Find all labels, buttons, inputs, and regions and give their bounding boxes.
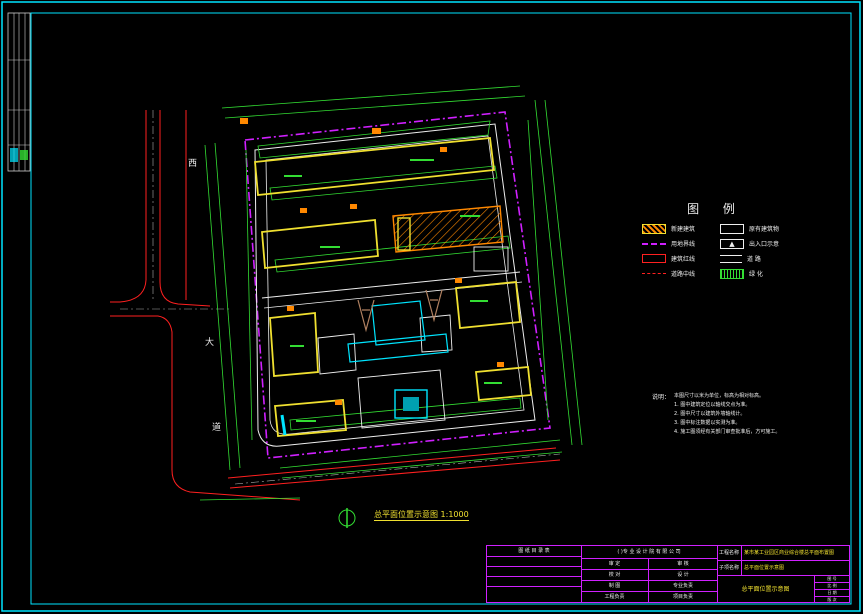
notes-heading: 说明： <box>652 394 671 401</box>
meta-field: 日 期 <box>815 590 849 597</box>
central-plaza <box>280 300 449 436</box>
legend-item: 道 路 <box>720 251 790 266</box>
meta-field: 版 次 <box>827 597 837 602</box>
legend-item: 建筑红线 <box>642 251 712 266</box>
legend-item: 用地界线 <box>642 236 712 251</box>
legend-right-column: 原有建筑物 ▲ 出入口示意 道 路 绿 化 <box>720 221 790 281</box>
project-label: 工程名称 <box>717 546 742 560</box>
site-plan-drawing <box>1 1 861 612</box>
legend-item: 道路中线 <box>642 266 712 281</box>
red-dash-swatch-icon <box>642 273 666 274</box>
south-road-centerline <box>234 453 561 485</box>
hatched-swatch-icon <box>642 223 666 234</box>
notes: 说明： 本图尺寸以米为单位，标高为相对标高。 1. 图中建筑定位以轴线交点为准。… <box>652 392 802 437</box>
binding-strip <box>7 12 31 172</box>
legend: 图 例 新建建筑 用地界线 建筑红线 道路中线 原有建筑物 ▲ 出入口示意 道 … <box>642 200 790 281</box>
legend-item: ▲ 出入口示意 <box>720 236 790 251</box>
north-arrow-icon <box>338 508 356 528</box>
green-swatch-icon <box>720 268 744 279</box>
institute-name: ( )专 业 设 计 院 有 限 公 司 <box>581 546 717 559</box>
left-header: 图 纸 目 录 表 <box>487 546 581 557</box>
building-west <box>269 311 319 377</box>
plan-title: 总平面位置示意图 1:1000 <box>374 510 469 521</box>
plaza-sculptures <box>357 289 443 333</box>
road-swatch-icon <box>720 254 742 263</box>
entrance-triangle-icon: ▲ <box>720 238 744 249</box>
title-block-mid: ( )专 业 设 计 院 有 限 公 司 审 定 审 核 校 对 设 计 制 图… <box>581 546 718 602</box>
buildings <box>254 137 532 437</box>
legend-title: 图 例 <box>687 202 745 216</box>
title-block-right: 工程名称 某市某工业园区商业综合楼总平面布置图 子项名称 总平面位置示意图 总平… <box>717 546 849 603</box>
road-label-west-mid: 大 <box>205 338 215 348</box>
title-block: 图 纸 目 录 表 ( )专 业 设 计 院 有 限 公 司 审 定 审 核 校… <box>486 545 850 603</box>
note-line: 3. 图中标注数据以实测为准。 <box>674 420 741 426</box>
white-box-swatch-icon <box>720 223 744 234</box>
project-name: 某市某工业园区商业综合楼总平面布置图 <box>744 550 835 556</box>
magenta-dash-swatch-icon <box>642 242 666 245</box>
annotation-ticks <box>284 159 502 422</box>
field-label: 工程负责 <box>581 592 649 602</box>
red-line-swatch-icon <box>642 254 666 263</box>
note-line: 4. 施工图须经有关部门审查批准后，方可施工。 <box>674 429 781 435</box>
note-line: 2. 图中尺寸以建筑外墙轴线计。 <box>674 411 746 417</box>
orange-markers <box>240 118 504 405</box>
field-label: 设 计 <box>649 570 717 581</box>
meta-field: 比 例 <box>815 583 849 590</box>
building-north-2 <box>261 219 379 269</box>
legend-item: 绿 化 <box>720 266 790 281</box>
title-block-left: 图 纸 目 录 表 <box>487 546 582 602</box>
green-areas <box>245 119 549 441</box>
note-line: 本图尺寸以米为单位，标高为相对标高。 <box>674 393 765 399</box>
subproject-label: 子项名称 <box>717 561 742 575</box>
drawing-name: 总平面位置示意图 <box>717 576 815 603</box>
field-label: 专业负责 <box>649 581 717 592</box>
field-label: 审 定 <box>581 559 649 570</box>
field-label: 项目负责 <box>672 594 693 600</box>
legend-item: 新建建筑 <box>642 221 712 236</box>
field-label: 校 对 <box>581 570 649 581</box>
meta-field: 图 号 <box>815 576 849 583</box>
subproject-name: 总平面位置示意图 <box>744 565 785 571</box>
road-label-west-bottom: 道 <box>212 423 222 433</box>
west-road <box>110 110 301 501</box>
field-label: 制 图 <box>581 581 649 592</box>
road-label-west-top: 西 <box>188 159 198 169</box>
note-line: 1. 图中建筑定位以轴线交点为准。 <box>674 402 751 408</box>
site-boundary <box>244 111 551 459</box>
field-label: 审 核 <box>649 559 717 570</box>
legend-left-column: 新建建筑 用地界线 建筑红线 道路中线 <box>642 221 712 281</box>
legend-item: 原有建筑物 <box>720 221 790 236</box>
